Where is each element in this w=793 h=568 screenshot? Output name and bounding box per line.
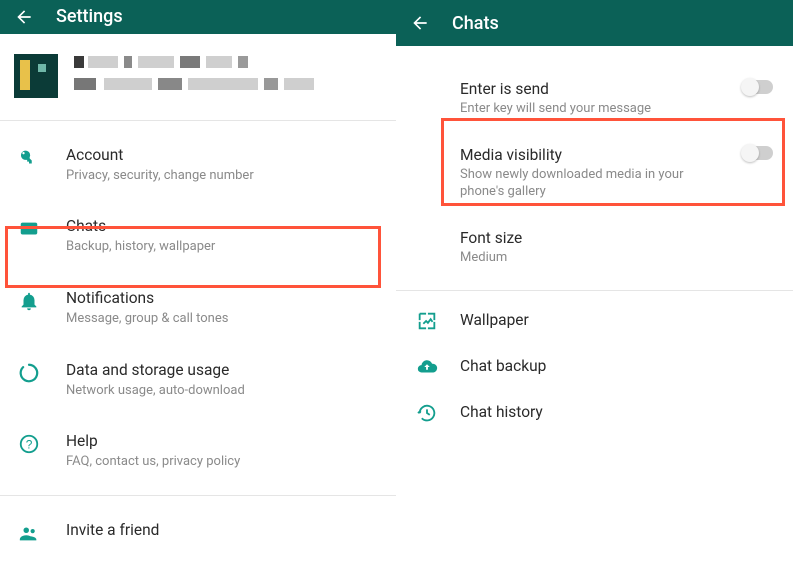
settings-item-chats[interactable]: Chats Backup, history, wallpaper <box>0 200 396 272</box>
setting-sub: Enter key will send your message <box>460 100 723 118</box>
setting-font-size[interactable]: Font size Medium <box>396 215 793 281</box>
settings-item-invite[interactable]: Invite a friend <box>0 504 396 560</box>
settings-item-account[interactable]: Account Privacy, security, change number <box>0 129 396 201</box>
appbar-settings: Settings <box>0 0 396 34</box>
appbar-title-chats: Chats <box>452 13 499 34</box>
appbar-title-settings: Settings <box>56 6 123 27</box>
chats-settings-list: Enter is send Enter key will send your m… <box>396 46 793 435</box>
setting-chat-backup[interactable]: Chat backup <box>396 343 793 389</box>
setting-title: Chat history <box>460 403 773 421</box>
settings-item-sub: Message, group & call tones <box>66 310 378 328</box>
profile-row[interactable] <box>0 34 396 120</box>
settings-pane: Settings Account Privacy, security, chan <box>0 0 396 568</box>
setting-sub: Medium <box>460 249 773 267</box>
data-usage-icon <box>18 362 40 384</box>
settings-item-title: Chats <box>66 216 378 236</box>
history-icon <box>416 402 438 424</box>
people-icon <box>18 522 40 544</box>
setting-title: Font size <box>460 229 773 247</box>
setting-title: Enter is send <box>460 80 723 98</box>
setting-enter-is-send[interactable]: Enter is send Enter key will send your m… <box>396 66 793 132</box>
settings-list: Account Privacy, security, change number… <box>0 121 396 568</box>
settings-item-sub: FAQ, contact us, privacy policy <box>66 453 378 471</box>
toggle-media-visibility[interactable] <box>743 146 773 160</box>
appbar-chats: Chats <box>396 0 793 46</box>
settings-item-title: Account <box>66 145 378 165</box>
settings-item-sub: Privacy, security, change number <box>66 167 378 185</box>
setting-title: Wallpaper <box>460 311 773 329</box>
divider <box>0 495 396 496</box>
settings-item-title: Invite a friend <box>66 520 378 540</box>
key-icon <box>18 147 40 169</box>
settings-item-title: Help <box>66 431 378 451</box>
setting-media-visibility[interactable]: Media visibility Show newly downloaded m… <box>396 132 793 215</box>
help-icon: ? <box>18 433 40 455</box>
setting-wallpaper[interactable]: Wallpaper <box>396 297 793 343</box>
bell-icon <box>18 290 40 312</box>
settings-item-data[interactable]: Data and storage usage Network usage, au… <box>0 344 396 416</box>
divider <box>396 290 793 291</box>
avatar <box>14 54 58 98</box>
settings-item-title: Data and storage usage <box>66 360 378 380</box>
chat-icon <box>18 218 40 240</box>
back-arrow-icon[interactable] <box>14 7 34 27</box>
profile-name-blurred <box>74 54 380 98</box>
back-arrow-icon[interactable] <box>410 13 430 33</box>
setting-sub: Show newly downloaded media in your phon… <box>460 166 723 201</box>
settings-item-sub: Network usage, auto-download <box>66 382 378 400</box>
chats-settings-pane: Chats Enter is send Enter key will send … <box>396 0 793 568</box>
setting-title: Chat backup <box>460 357 773 375</box>
svg-text:?: ? <box>26 438 33 452</box>
toggle-enter-is-send[interactable] <box>743 80 773 94</box>
settings-item-help[interactable]: ? Help FAQ, contact us, privacy policy <box>0 415 396 487</box>
setting-title: Media visibility <box>460 146 723 164</box>
settings-item-notifications[interactable]: Notifications Message, group & call tone… <box>0 272 396 344</box>
settings-item-sub: Backup, history, wallpaper <box>66 238 378 256</box>
settings-item-title: Notifications <box>66 288 378 308</box>
cloud-upload-icon <box>416 356 438 378</box>
setting-chat-history[interactable]: Chat history <box>396 389 793 435</box>
wallpaper-icon <box>416 310 438 332</box>
